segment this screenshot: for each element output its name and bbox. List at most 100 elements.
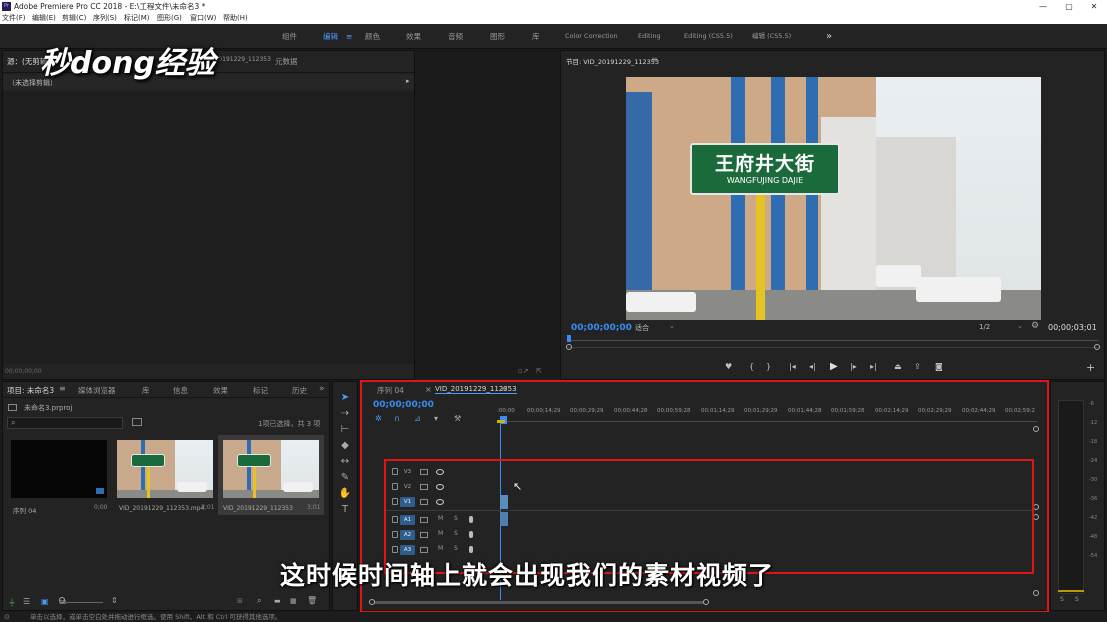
sort-icon[interactable]: ⇕ bbox=[111, 596, 118, 605]
workspace-color-correction[interactable]: Color Correction bbox=[565, 24, 618, 49]
sign-chinese-text: 王府井大街 bbox=[714, 153, 815, 175]
menu-sequence[interactable]: 序列(S) bbox=[93, 13, 117, 24]
workspace-effects[interactable]: 效果 bbox=[406, 24, 421, 49]
workspace-editing-cs55[interactable]: Editing (CS5.5) bbox=[684, 24, 733, 49]
menu-clip[interactable]: 剪辑(C) bbox=[62, 13, 86, 24]
tab-media-browser[interactable]: 媒体浏览器 bbox=[78, 385, 116, 396]
extract-icon[interactable]: ⇪ bbox=[914, 362, 921, 371]
zoom-slider[interactable] bbox=[63, 602, 103, 603]
find-icon[interactable]: ⌕ bbox=[257, 596, 261, 606]
workspace-editing-en[interactable]: Editing bbox=[638, 24, 661, 49]
solo-right-button[interactable]: S bbox=[1075, 596, 1079, 603]
icon-view-icon[interactable]: ▣ bbox=[41, 597, 49, 606]
new-item-icon[interactable]: ▦ bbox=[290, 597, 297, 605]
automate-icon[interactable]: ⊞ bbox=[237, 597, 243, 605]
menu-file[interactable]: 文件(F) bbox=[2, 13, 26, 24]
program-resolution-dropdown[interactable]: 1/2 bbox=[979, 323, 990, 331]
wrench-icon[interactable]: ⚙ bbox=[1031, 321, 1039, 331]
trash-icon[interactable]: 🗑 bbox=[307, 596, 317, 605]
insert-icon[interactable]: ▫↗ bbox=[518, 367, 529, 375]
tab-history[interactable]: 历史 bbox=[292, 385, 307, 396]
program-playhead[interactable] bbox=[567, 335, 571, 342]
project-item-name[interactable]: 序列 04 bbox=[13, 505, 36, 515]
close-button[interactable]: ✕ bbox=[1081, 0, 1107, 13]
project-item-thumb[interactable] bbox=[223, 440, 319, 498]
workspace-menu-icon[interactable]: ≡ bbox=[346, 24, 352, 49]
step-forward-icon[interactable]: |▸ bbox=[850, 362, 857, 371]
list-view-icon[interactable]: ☰ bbox=[23, 597, 30, 606]
mark-out-icon[interactable]: } bbox=[766, 362, 771, 371]
workspace-graphics[interactable]: 图形 bbox=[490, 24, 505, 49]
meter-tick: -42 bbox=[1089, 515, 1098, 521]
more-tabs-icon[interactable]: » bbox=[319, 384, 325, 394]
project-item-name[interactable]: VID_20191229_112353 bbox=[223, 505, 293, 512]
lock-icon[interactable]: ⏚ bbox=[8, 597, 16, 608]
project-item-thumb[interactable] bbox=[11, 440, 107, 498]
menu-markers[interactable]: 标记(M) bbox=[124, 13, 150, 24]
video-car bbox=[626, 292, 696, 312]
go-to-out-icon[interactable]: ▸| bbox=[870, 362, 877, 371]
project-item-thumb[interactable] bbox=[117, 440, 213, 498]
audio-meter-bar bbox=[1058, 400, 1084, 594]
program-fit-dropdown[interactable]: 适合 bbox=[635, 323, 649, 333]
thumb-pole bbox=[147, 464, 150, 498]
ripple-edit-tool-icon[interactable]: ⊢ bbox=[338, 423, 352, 437]
tab-project[interactable]: 项目: 未命名3 bbox=[7, 385, 54, 396]
tab-effects[interactable]: 效果 bbox=[213, 385, 228, 396]
step-back-icon[interactable]: ◂| bbox=[809, 362, 816, 371]
tab-metadata[interactable]: 元数据 bbox=[275, 56, 298, 67]
maximize-button[interactable]: ▢ bbox=[1056, 0, 1082, 13]
video-police-car bbox=[916, 277, 1001, 302]
workspace-libraries[interactable]: 库 bbox=[532, 24, 540, 49]
program-timecode[interactable]: 00;00;00;00 bbox=[571, 323, 632, 333]
program-panel-menu-icon[interactable]: ≡ bbox=[651, 55, 658, 64]
tab-markers[interactable]: 标记 bbox=[253, 385, 268, 396]
project-menu-icon[interactable]: ≡ bbox=[59, 384, 66, 393]
thumb-car bbox=[177, 482, 207, 492]
more-workspaces-icon[interactable]: » bbox=[826, 24, 832, 49]
menu-window[interactable]: 窗口(W) bbox=[190, 13, 216, 24]
thumb-sign bbox=[237, 454, 271, 467]
tab-info[interactable]: 信息 bbox=[173, 385, 188, 396]
mark-in-icon[interactable]: { bbox=[749, 362, 754, 371]
tab-libraries[interactable]: 库 bbox=[142, 385, 150, 396]
workspace-color[interactable]: 颜色 bbox=[365, 24, 380, 49]
meter-tick: -6 bbox=[1089, 401, 1094, 407]
solo-left-button[interactable]: S bbox=[1060, 596, 1064, 603]
resolution-chevron-icon[interactable]: ⌄ bbox=[1017, 322, 1023, 330]
zoom-handle-left[interactable] bbox=[566, 344, 572, 350]
lift-icon[interactable]: ⏏ bbox=[894, 362, 902, 371]
fit-chevron-icon[interactable]: ⌄ bbox=[669, 322, 675, 330]
track-select-tool-icon[interactable]: ⇢ bbox=[338, 407, 352, 421]
project-item-name[interactable]: VID_20191229_112353.mp4 bbox=[119, 505, 204, 512]
project-file-name: 未命名3.prproj bbox=[24, 404, 73, 412]
program-scrub-bar[interactable] bbox=[569, 340, 1099, 341]
program-zoom-bar[interactable] bbox=[568, 347, 1098, 348]
project-search-input[interactable]: ⌕ bbox=[7, 417, 123, 429]
zoom-slider-handle[interactable] bbox=[59, 597, 65, 603]
workspace-audio[interactable]: 音频 bbox=[448, 24, 463, 49]
menu-edit[interactable]: 编辑(E) bbox=[32, 13, 56, 24]
new-bin-icon[interactable]: ▬ bbox=[274, 597, 281, 605]
export-frame-icon[interactable]: ⇱ bbox=[536, 367, 542, 375]
type-tool-icon[interactable]: T bbox=[338, 503, 352, 517]
add-button-icon[interactable]: + bbox=[1086, 361, 1095, 374]
go-to-in-icon[interactable]: |◂ bbox=[789, 362, 796, 371]
pen-tool-icon[interactable]: ✎ bbox=[338, 471, 352, 485]
selection-tool-icon[interactable]: ➤ bbox=[338, 391, 352, 405]
export-frame-icon[interactable]: ◙ bbox=[935, 362, 943, 371]
hand-tool-icon[interactable]: ✋ bbox=[338, 487, 352, 501]
zoom-handle-right[interactable] bbox=[1094, 344, 1100, 350]
workspace-editing-cs55-cn[interactable]: 编辑 (CS5.5) bbox=[752, 24, 791, 49]
new-bin-from-search-icon[interactable] bbox=[132, 418, 142, 426]
menu-help[interactable]: 帮助(H) bbox=[223, 13, 248, 24]
workspace-editing[interactable]: 编辑 bbox=[323, 24, 338, 49]
play-icon[interactable]: ▶ bbox=[830, 361, 838, 372]
razor-tool-icon[interactable]: ◆ bbox=[338, 439, 352, 453]
minimize-button[interactable]: — bbox=[1030, 0, 1056, 13]
slip-tool-icon[interactable]: ↔ bbox=[338, 455, 352, 469]
workspace-assembly[interactable]: 组件 bbox=[282, 24, 297, 49]
menu-graphics[interactable]: 图形(G) bbox=[157, 13, 182, 24]
meter-tick: -12 bbox=[1089, 420, 1098, 426]
add-marker-icon[interactable]: ♥ bbox=[725, 362, 732, 371]
